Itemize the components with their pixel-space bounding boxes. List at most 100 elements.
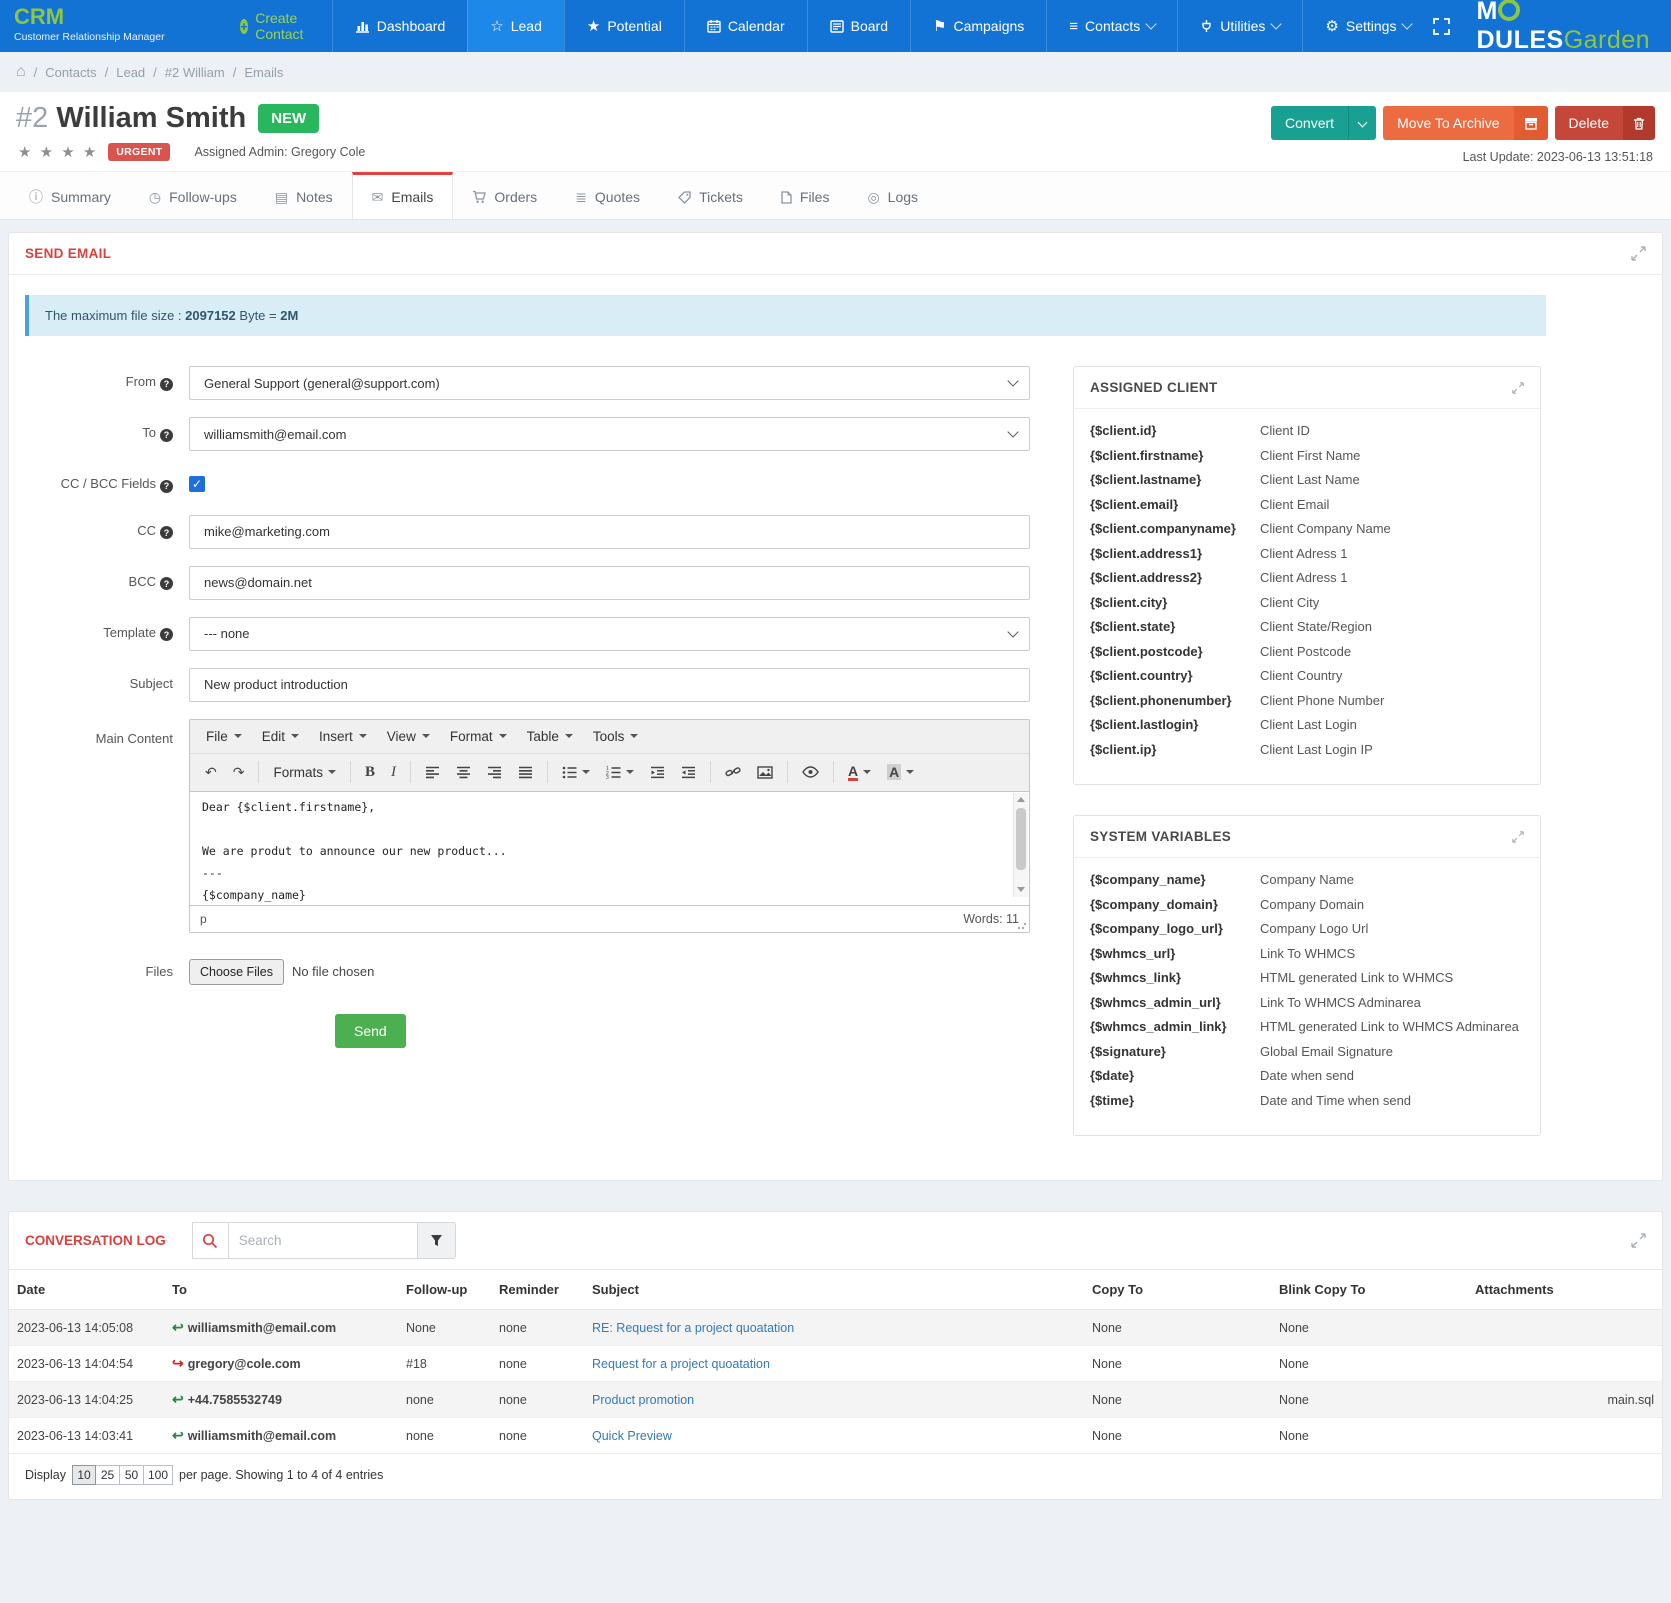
variable-token[interactable]: {$whmcs_link}: [1090, 970, 1260, 985]
variable-token[interactable]: {$whmcs_admin_url}: [1090, 995, 1260, 1010]
table-row[interactable]: 2023-06-13 14:03:41 ↩williamsmith@email.…: [9, 1418, 1662, 1454]
variable-token[interactable]: {$whmcs_admin_link}: [1090, 1019, 1260, 1034]
nav-create-contact[interactable]: + Create Contact: [218, 0, 332, 52]
variable-token[interactable]: {$client.id}: [1090, 423, 1260, 438]
subject-link[interactable]: Request for a project quoatation: [592, 1357, 770, 1371]
col-to[interactable]: To: [164, 1270, 398, 1310]
variable-row[interactable]: {$whmcs_admin_link}HTML generated Link t…: [1090, 1019, 1524, 1044]
fullscreen-icon[interactable]: [1433, 18, 1450, 35]
menu-file[interactable]: File: [196, 722, 252, 751]
variable-row[interactable]: {$whmcs_url}Link To WHMCS: [1090, 946, 1524, 971]
redo-icon[interactable]: ↷: [226, 758, 252, 787]
col-subject[interactable]: Subject: [584, 1270, 1084, 1310]
variable-token[interactable]: {$client.city}: [1090, 595, 1260, 610]
variable-row[interactable]: {$client.id}Client ID: [1090, 423, 1524, 448]
menu-tools[interactable]: Tools: [583, 722, 649, 751]
tab-emails[interactable]: ✉Emails: [352, 172, 454, 219]
ccbcc-checkbox[interactable]: ✓: [189, 476, 205, 492]
col-followup[interactable]: Follow-up: [398, 1270, 491, 1310]
variable-token[interactable]: {$client.email}: [1090, 497, 1260, 512]
variable-token[interactable]: {$client.address2}: [1090, 570, 1260, 585]
convert-button[interactable]: Convert: [1271, 106, 1376, 140]
template-select[interactable]: --- none: [189, 617, 1030, 651]
help-icon[interactable]: ?: [160, 526, 173, 539]
to-select[interactable]: williamsmith@email.com: [189, 417, 1030, 451]
variable-token[interactable]: {$client.ip}: [1090, 742, 1260, 757]
variable-token[interactable]: {$client.lastlogin}: [1090, 717, 1260, 732]
tab-summary[interactable]: ⓘSummary: [10, 172, 130, 219]
table-row[interactable]: 2023-06-13 14:04:25 ↩+44.7585532749 none…: [9, 1382, 1662, 1418]
convert-dropdown[interactable]: [1348, 106, 1376, 140]
variable-row[interactable]: {$company_domain}Company Domain: [1090, 897, 1524, 922]
tab-files[interactable]: Files: [762, 172, 849, 219]
variable-token[interactable]: {$client.firstname}: [1090, 448, 1260, 463]
variable-token[interactable]: {$client.lastname}: [1090, 472, 1260, 487]
variable-token[interactable]: {$whmcs_url}: [1090, 946, 1260, 961]
col-attachments[interactable]: Attachments: [1467, 1270, 1662, 1310]
align-left-icon[interactable]: [418, 760, 447, 785]
variable-row[interactable]: {$company_name}Company Name: [1090, 872, 1524, 897]
variable-token[interactable]: {$date}: [1090, 1068, 1260, 1083]
page-size-25[interactable]: 25: [96, 1465, 120, 1485]
text-color-icon[interactable]: A: [841, 758, 878, 787]
breadcrumb-contact[interactable]: #2 William: [165, 65, 225, 80]
variable-row[interactable]: {$client.ip}Client Last Login IP: [1090, 742, 1524, 767]
scroll-down-icon[interactable]: [1014, 883, 1028, 897]
modulesgarden-logo[interactable]: MDULESGarden: [1476, 0, 1653, 55]
choose-files-button[interactable]: Choose Files: [189, 959, 284, 985]
breadcrumb-emails[interactable]: Emails: [244, 65, 283, 80]
variable-row[interactable]: {$client.firstname}Client First Name: [1090, 448, 1524, 473]
nav-board[interactable]: Board: [807, 0, 910, 52]
nav-contacts[interactable]: ≡ Contacts: [1046, 0, 1177, 52]
app-brand[interactable]: CRM Customer Relationship Manager: [0, 0, 218, 52]
variable-row[interactable]: {$client.lastname}Client Last Name: [1090, 472, 1524, 497]
subject-link[interactable]: Quick Preview: [592, 1429, 672, 1443]
variable-row[interactable]: {$client.phonenumber}Client Phone Number: [1090, 693, 1524, 718]
subject-input[interactable]: [189, 668, 1030, 702]
align-center-icon[interactable]: [449, 760, 478, 785]
tab-follow-ups[interactable]: ◷Follow-ups: [130, 172, 256, 219]
editor-scrollbar[interactable]: [1013, 793, 1028, 897]
nav-campaigns[interactable]: ⚑ Campaigns: [910, 0, 1046, 52]
variable-token[interactable]: {$company_domain}: [1090, 897, 1260, 912]
rating-stars[interactable]: ★ ★ ★ ★: [18, 143, 98, 161]
variable-token[interactable]: {$company_logo_url}: [1090, 921, 1260, 936]
breadcrumb-lead[interactable]: Lead: [116, 65, 145, 80]
tab-logs[interactable]: ◎Logs: [848, 172, 937, 219]
variable-token[interactable]: {$client.state}: [1090, 619, 1260, 634]
expand-icon[interactable]: [1631, 246, 1646, 261]
variable-row[interactable]: {$time}Date and Time when send: [1090, 1093, 1524, 1118]
nav-settings[interactable]: ⚙ Settings: [1302, 0, 1433, 52]
variable-token[interactable]: {$client.postcode}: [1090, 644, 1260, 659]
variable-token[interactable]: {$client.address1}: [1090, 546, 1260, 561]
indent-icon[interactable]: [674, 760, 703, 785]
variable-row[interactable]: {$company_logo_url}Company Logo Url: [1090, 921, 1524, 946]
help-icon[interactable]: ?: [160, 480, 173, 493]
col-date[interactable]: Date: [9, 1270, 164, 1310]
scroll-up-icon[interactable]: [1014, 793, 1028, 807]
variable-row[interactable]: {$client.postcode}Client Postcode: [1090, 644, 1524, 669]
help-icon[interactable]: ?: [160, 429, 173, 442]
menu-edit[interactable]: Edit: [252, 722, 309, 751]
variable-row[interactable]: {$client.address1}Client Adress 1: [1090, 546, 1524, 571]
bold-icon[interactable]: B: [358, 758, 382, 787]
nav-lead[interactable]: ☆ Lead: [467, 0, 564, 52]
link-icon[interactable]: [718, 759, 748, 785]
variable-row[interactable]: {$client.email}Client Email: [1090, 497, 1524, 522]
col-reminder[interactable]: Reminder: [491, 1270, 584, 1310]
menu-table[interactable]: Table: [517, 722, 583, 751]
nav-dashboard[interactable]: Dashboard: [332, 0, 468, 52]
subject-link[interactable]: Product promotion: [592, 1393, 694, 1407]
move-to-archive-button[interactable]: Move To Archive: [1383, 106, 1547, 140]
nav-calendar[interactable]: Calendar: [684, 0, 807, 52]
nav-utilities[interactable]: Utilities: [1177, 0, 1302, 52]
variable-row[interactable]: {$client.city}Client City: [1090, 595, 1524, 620]
menu-format[interactable]: Format: [440, 722, 517, 751]
tab-quotes[interactable]: ≣Quotes: [556, 172, 659, 219]
bullet-list-icon[interactable]: [555, 760, 597, 785]
variable-row[interactable]: {$client.state}Client State/Region: [1090, 619, 1524, 644]
help-icon[interactable]: ?: [160, 378, 173, 391]
breadcrumb-contacts[interactable]: Contacts: [45, 65, 96, 80]
variable-row[interactable]: {$client.address2}Client Adress 1: [1090, 570, 1524, 595]
send-button[interactable]: Send: [335, 1014, 406, 1048]
